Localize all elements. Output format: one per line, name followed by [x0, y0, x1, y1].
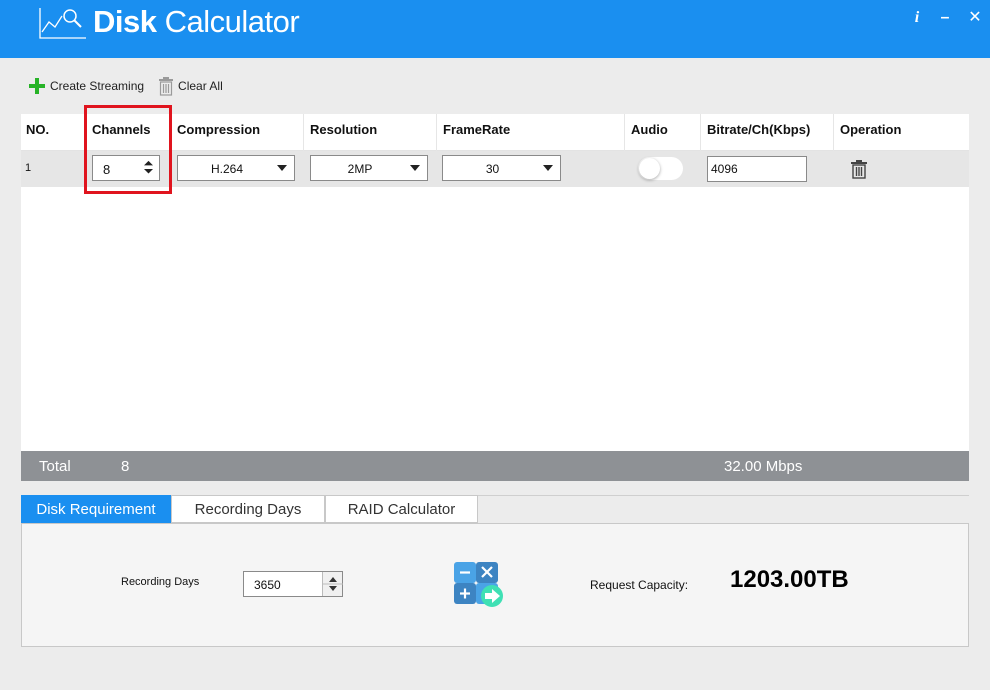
chevron-down-icon	[277, 165, 287, 171]
tab-divider	[478, 495, 969, 496]
create-streaming-label: Create Streaming	[50, 79, 145, 93]
plus-icon	[29, 78, 45, 94]
chevron-down-icon	[410, 165, 420, 171]
chart-logo-icon	[39, 8, 86, 39]
tab-disk-requirement[interactable]: Disk Requirement	[21, 495, 171, 523]
trash-icon[interactable]	[850, 159, 868, 179]
toggle-knob	[639, 158, 660, 179]
channels-value: 8	[103, 162, 111, 177]
resolution-select[interactable]: 2MP	[310, 155, 428, 181]
column-header-audio: Audio	[625, 114, 701, 151]
total-bandwidth: 32.00 Mbps	[724, 458, 803, 475]
minimize-icon[interactable]: –	[936, 9, 954, 27]
calculator-icon[interactable]	[454, 562, 506, 610]
info-icon[interactable]: i	[908, 9, 926, 27]
disk-requirement-panel: Recording Days 3650 Request Capacity: 12…	[21, 523, 969, 647]
request-capacity-value: 1203.00TB	[730, 566, 849, 593]
total-channels: 8	[121, 458, 130, 475]
resolution-value: 2MP	[347, 162, 373, 176]
spin-arrows-icon[interactable]	[144, 160, 153, 174]
column-header-framerate: FrameRate	[437, 114, 625, 151]
chevron-down-icon	[543, 165, 553, 171]
spin-arrows-icon[interactable]	[322, 572, 343, 596]
bitrate-input[interactable]: 4096	[707, 156, 807, 182]
table-header: NO. Channels Compression Resolution Fram…	[21, 114, 969, 151]
table-row: 1 8 H.264 2MP 30 4096	[21, 151, 969, 187]
framerate-value: 30	[485, 162, 500, 176]
audio-toggle[interactable]	[638, 157, 683, 180]
column-header-channels: Channels	[86, 114, 171, 151]
column-header-bitrate: Bitrate/Ch(Kbps)	[701, 114, 834, 151]
compression-select[interactable]: H.264	[177, 155, 295, 181]
request-capacity-label: Request Capacity:	[590, 578, 689, 592]
row-number: 1	[25, 162, 32, 174]
column-header-no: NO.	[21, 114, 86, 151]
column-header-operation: Operation	[840, 122, 902, 137]
title-bar: Disk Calculator i – ✕	[0, 0, 990, 58]
column-header-compression: Compression	[171, 114, 304, 151]
tab-raid-calculator[interactable]: RAID Calculator	[325, 495, 478, 523]
framerate-select[interactable]: 30	[442, 155, 561, 181]
streaming-table: NO. Channels Compression Resolution Fram…	[21, 114, 969, 451]
create-streaming-button[interactable]: Create Streaming	[28, 77, 144, 95]
recording-days-value: 3650	[254, 578, 281, 592]
clear-all-label: Clear All	[178, 79, 223, 93]
close-icon[interactable]: ✕	[966, 9, 984, 27]
total-label: Total	[39, 458, 71, 475]
total-bar: Total 8 32.00 Mbps	[21, 451, 969, 481]
tab-recording-days[interactable]: Recording Days	[171, 495, 325, 523]
trash-icon	[159, 77, 174, 96]
app-title: Disk Calculator	[93, 4, 300, 39]
channels-stepper[interactable]: 8	[92, 155, 160, 181]
clear-all-button[interactable]: Clear All	[158, 76, 223, 96]
toolbar: Create Streaming Clear All	[28, 76, 237, 96]
recording-days-label: Recording Days	[121, 576, 200, 588]
column-header-resolution: Resolution	[304, 114, 437, 151]
tab-bar: Disk Requirement Recording Days RAID Cal…	[21, 495, 478, 523]
recording-days-stepper[interactable]: 3650	[243, 571, 343, 597]
compression-value: H.264	[210, 162, 244, 176]
